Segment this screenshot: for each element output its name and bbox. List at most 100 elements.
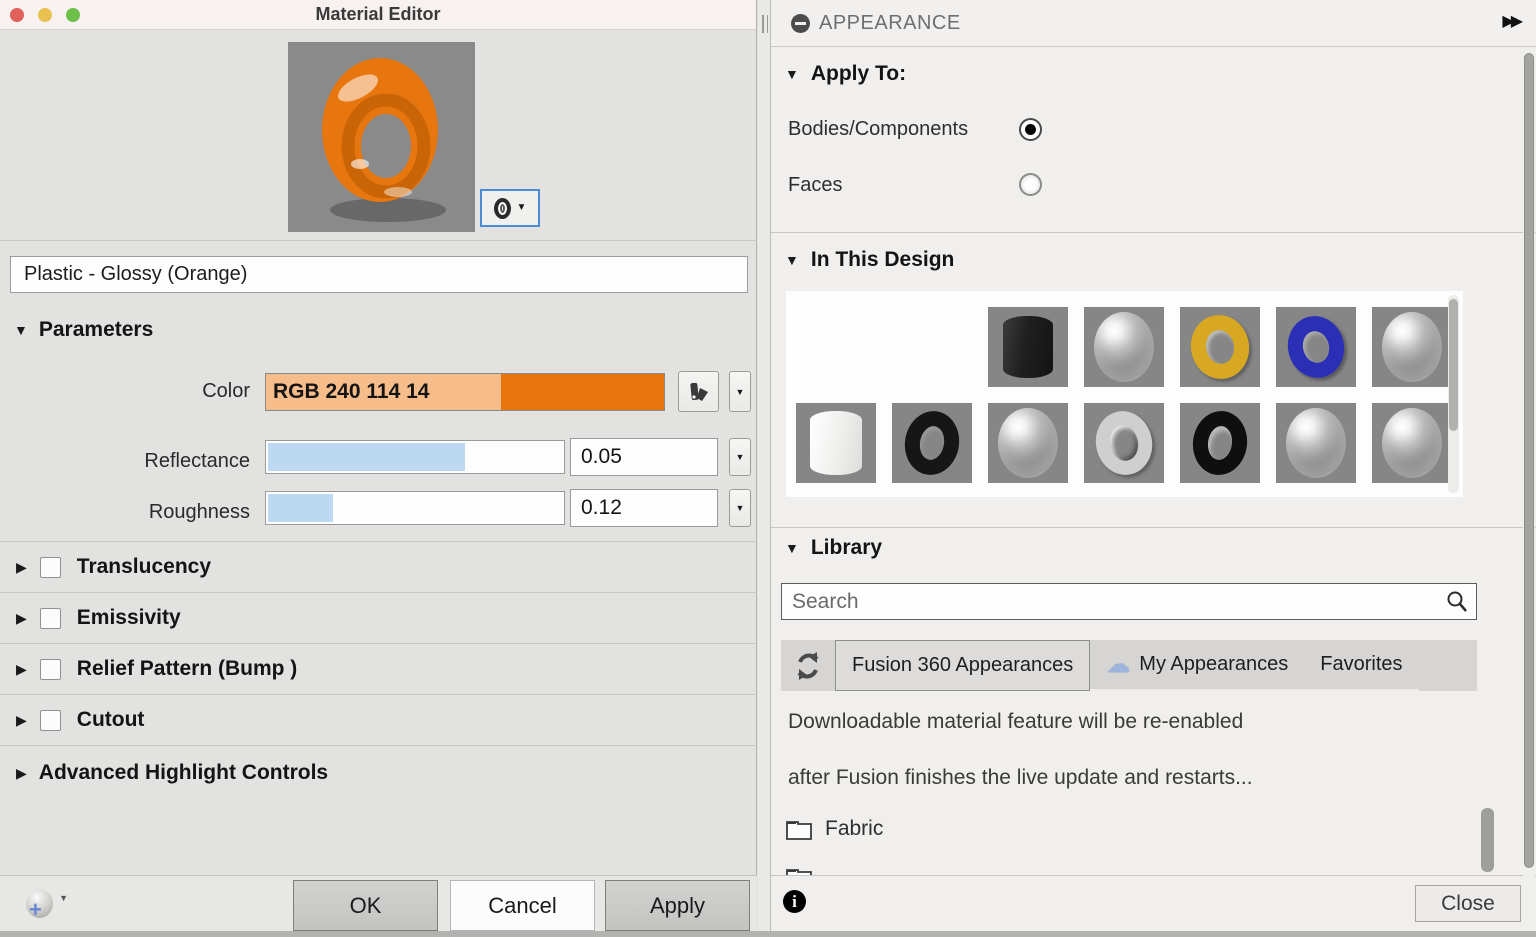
library-notice-line2: after Fusion finishes the live update an… [788,766,1253,790]
material-editor-window: Material Editor ▼ ▼ Parameters Color [0,0,757,931]
parameters-section-header[interactable]: ▼ Parameters [14,318,153,342]
triangle-right-icon[interactable]: ▶ [16,611,27,625]
ok-button[interactable]: OK [293,880,438,931]
info-icon[interactable]: i [783,890,806,913]
material-name-input[interactable] [10,256,748,293]
emissivity-checkbox[interactable] [40,608,61,629]
library-folder-fabric[interactable]: Fabric [785,816,883,842]
roughness-value-field[interactable]: 0.12 [570,489,718,527]
thumbnail-silver-sphere[interactable] [1276,403,1356,483]
appearance-panel-header[interactable]: APPEARANCE ▶▶ [771,0,1536,47]
panel-divider[interactable] [758,0,770,931]
triangle-right-icon[interactable]: ▶ [16,560,27,574]
in-this-design-section-header[interactable]: ▼ In This Design [785,248,954,272]
apply-button[interactable]: Apply [605,880,750,931]
cutout-section[interactable]: ▶ Cutout [0,695,757,745]
roughness-label: Roughness [0,501,250,524]
plus-icon: + [29,899,42,921]
triangle-right-icon[interactable]: ▶ [16,713,27,727]
drag-grip-icon[interactable] [762,15,768,33]
reflectance-slider-fill [268,443,465,471]
translucency-section[interactable]: ▶ Translucency [0,542,757,592]
window-titlebar[interactable]: Material Editor [0,0,756,30]
relief-pattern-checkbox[interactable] [40,659,61,680]
reflectance-value-field[interactable]: 0.05 [570,438,718,476]
reflectance-options-dropdown[interactable]: ▼ [729,438,751,476]
triangle-right-icon[interactable]: ▶ [16,662,27,676]
divider [771,527,1536,528]
chevron-down-icon: ▼ [736,452,745,462]
thumbnail-blue-torus[interactable] [1276,307,1356,387]
chevron-down-icon: ▼ [736,503,745,513]
orange-torus-preview [288,42,475,232]
color-swatches-button[interactable] [678,371,719,412]
cutout-label: Cutout [77,708,145,732]
advanced-highlight-section[interactable]: ▶ Advanced Highlight Controls [0,748,757,798]
translucency-checkbox[interactable] [40,557,61,578]
triangle-down-icon[interactable]: ▼ [785,253,799,267]
triangle-right-icon[interactable]: ▶ [16,766,27,780]
library-scrollbar-thumb[interactable] [1481,808,1494,872]
material-preview-image [288,42,475,232]
emissivity-section[interactable]: ▶ Emissivity [0,593,757,643]
triangle-down-icon[interactable]: ▼ [785,541,799,555]
in-this-design-label: In This Design [811,248,955,272]
library-tabbar: Fusion 360 Appearances ☁ My Appearances … [781,640,1477,691]
thumbnail-silver-sphere[interactable] [1372,307,1452,387]
thumbnail-silver-sphere[interactable] [988,403,1068,483]
reflectance-slider[interactable] [265,440,565,474]
library-search [781,583,1477,620]
library-label: Library [811,536,882,560]
search-input[interactable] [781,583,1477,620]
cutout-checkbox[interactable] [40,710,61,731]
thumbnail-silver-sphere[interactable] [1084,307,1164,387]
parameters-label: Parameters [39,318,153,342]
preview-shape-selector[interactable]: ▼ [480,189,540,227]
tab-favorites[interactable]: Favorites [1304,640,1418,691]
refresh-button[interactable] [781,640,835,691]
library-notice-line1: Downloadable material feature will be re… [788,710,1243,734]
bodies-components-radio[interactable] [1019,118,1042,141]
folder-label: Fabric [825,817,883,841]
appearance-panel-scrollbar[interactable] [1523,48,1535,931]
thumbnail-black-cylinder[interactable] [988,307,1068,387]
triangle-down-icon[interactable]: ▼ [14,323,28,337]
tab-my-appearances[interactable]: ☁ My Appearances [1090,640,1304,691]
add-material-button[interactable]: + ▼ [26,889,70,921]
roughness-slider[interactable] [265,491,565,525]
search-icon[interactable] [1445,590,1469,614]
double-arrow-right-icon[interactable]: ▶▶ [1502,11,1519,31]
collapse-circle-minus-icon[interactable] [791,14,810,33]
in-this-design-swatch-area [786,291,1463,497]
color-value-field[interactable]: RGB 240 114 14 [265,373,665,411]
thumbnail-chrome-swirl-torus[interactable] [1084,403,1164,483]
tab-label: Favorites [1320,653,1402,676]
apply-to-section-header[interactable]: ▼ Apply To: [785,62,906,86]
design-area-scrollbar[interactable] [1448,295,1459,493]
divider [0,745,757,746]
thumbnail-gold-swirl-torus[interactable] [1180,307,1260,387]
cancel-button[interactable]: Cancel [450,880,595,931]
color-swatches-icon [687,380,711,404]
library-section-header[interactable]: ▼ Library [785,536,882,560]
relief-pattern-section[interactable]: ▶ Relief Pattern (Bump ) [0,644,757,694]
tab-fusion-360-appearances[interactable]: Fusion 360 Appearances [835,640,1090,691]
color-options-dropdown[interactable]: ▼ [729,371,751,412]
triangle-down-icon[interactable]: ▼ [785,67,799,81]
scrollbar-thumb[interactable] [1524,53,1534,868]
roughness-options-dropdown[interactable]: ▼ [729,489,751,527]
faces-radio[interactable] [1019,173,1042,196]
divider [771,232,1536,233]
window-bottom-edge [0,931,1536,937]
thumbnail-silver-sphere[interactable] [1372,403,1452,483]
roughness-slider-fill [268,494,333,522]
thumbnail-black-glossy-torus[interactable] [1180,403,1260,483]
thumbnail-white-cylinder[interactable] [796,403,876,483]
close-button[interactable]: Close [1415,885,1521,922]
thumbnail-row [796,403,1452,483]
thumbnail-black-matte-torus[interactable] [892,403,972,483]
folder-icon [785,816,813,842]
appearance-panel: APPEARANCE ▶▶ ▼ Apply To: Bodies/Compone… [770,0,1536,931]
advanced-highlight-label: Advanced Highlight Controls [39,761,328,785]
scrollbar-thumb[interactable] [1449,299,1458,431]
